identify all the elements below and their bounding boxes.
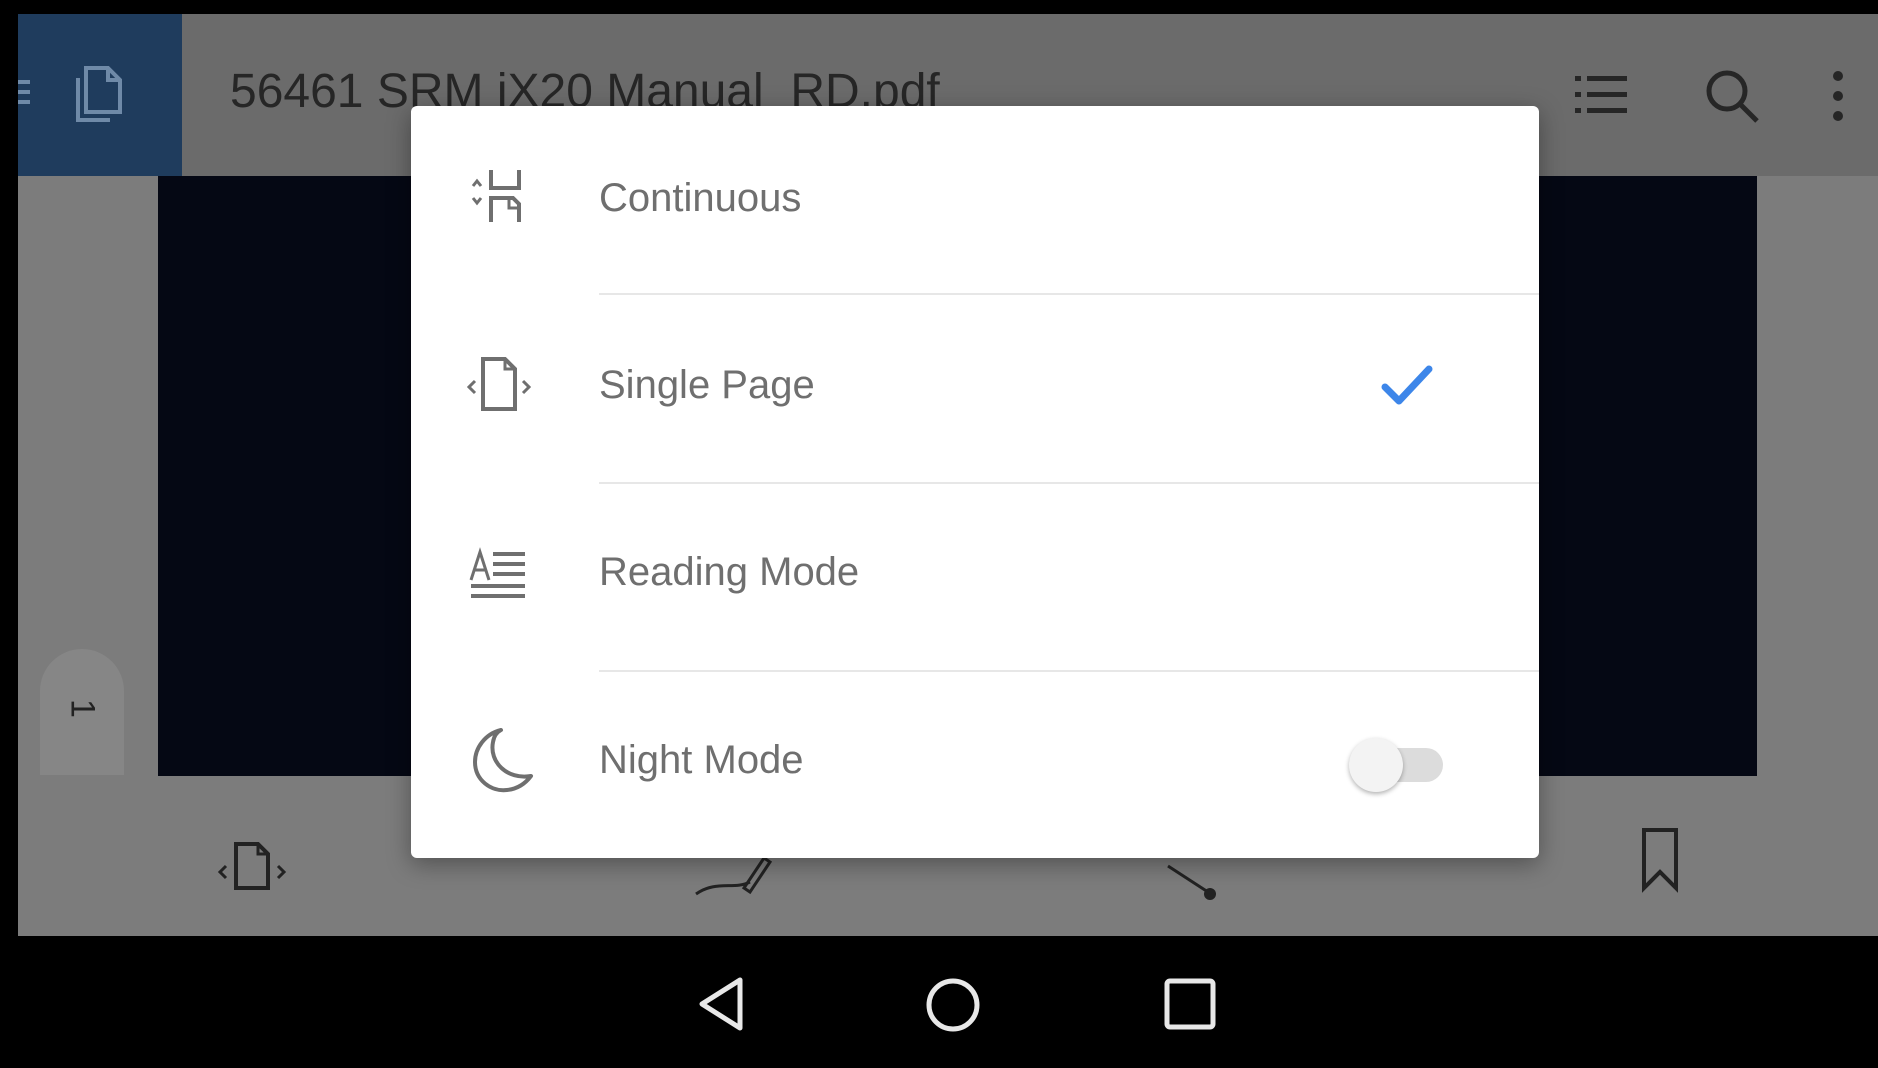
document-switcher[interactable] — [18, 14, 182, 176]
menu-item-single-page[interactable]: Single Page — [411, 295, 1539, 482]
toggle-knob — [1349, 738, 1403, 792]
view-mode-menu: Continuous Single Page Reading Mode Nigh… — [411, 106, 1539, 858]
list-icon[interactable] — [1571, 66, 1631, 126]
search-icon[interactable] — [1702, 66, 1762, 126]
menu-item-continuous[interactable]: Continuous — [411, 106, 1539, 293]
checkmark-icon — [1381, 365, 1433, 405]
app-screen: 56461 SRM iX20 Manual_RD.pdf 1 Continuou… — [18, 14, 1878, 1068]
menu-item-label: Single Page — [599, 363, 815, 407]
menu-item-night-mode[interactable]: Night Mode — [411, 672, 1539, 859]
bookmark-icon[interactable] — [1636, 824, 1684, 896]
moon-icon — [473, 728, 533, 793]
menu-item-label: Night Mode — [599, 738, 804, 782]
more-vert-icon[interactable] — [1828, 66, 1848, 126]
menu-item-label: Reading Mode — [599, 550, 860, 594]
menu-item-label: Continuous — [599, 176, 802, 220]
navigation-bar — [18, 936, 1878, 1068]
continuous-scroll-icon — [471, 170, 521, 222]
night-mode-toggle[interactable] — [1349, 730, 1449, 792]
reading-mode-icon — [469, 547, 525, 598]
home-circle-icon[interactable] — [924, 976, 982, 1034]
single-page-icon — [467, 357, 531, 411]
menu-item-reading-mode[interactable]: Reading Mode — [411, 484, 1539, 671]
document-icon[interactable] — [70, 62, 126, 126]
single-page-icon[interactable] — [216, 838, 288, 894]
back-triangle-icon[interactable] — [696, 976, 748, 1032]
page-indicator[interactable]: 1 — [40, 649, 124, 775]
page-number: 1 — [63, 699, 102, 718]
recents-square-icon[interactable] — [1162, 976, 1218, 1032]
menu-icon[interactable] — [18, 72, 38, 112]
